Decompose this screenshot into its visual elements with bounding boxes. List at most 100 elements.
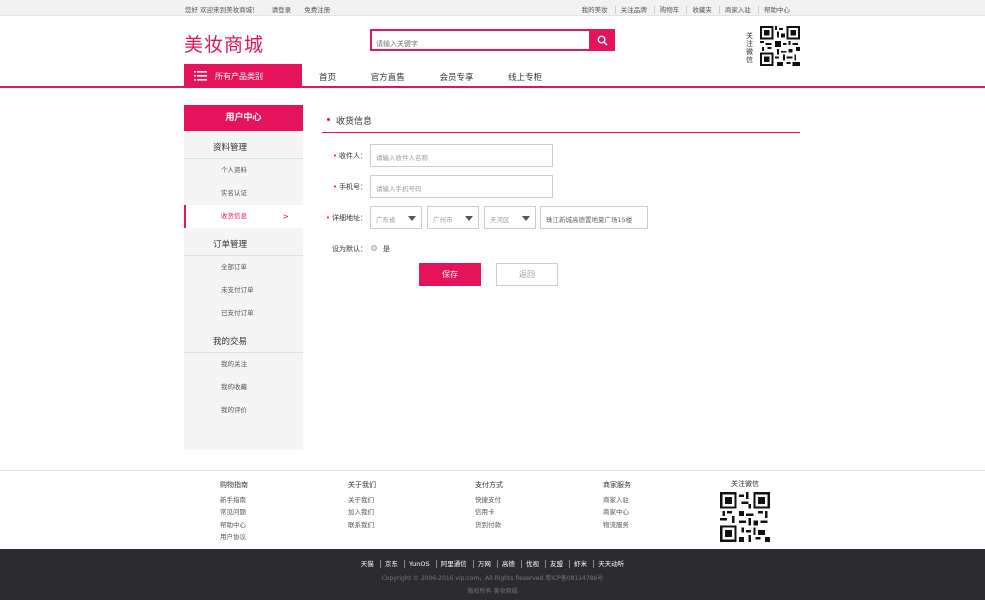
search-input[interactable] <box>372 35 587 53</box>
welcome-text: 您好 欢迎来到美妆商城！ <box>185 6 259 14</box>
search-bar <box>370 29 615 53</box>
footer-link[interactable]: 用户协议 <box>220 531 248 544</box>
city-value: 广州市 <box>433 216 453 224</box>
partner-link[interactable]: 天猫 <box>357 560 378 568</box>
footer-link[interactable]: 货到付款 <box>475 519 503 532</box>
nav-members[interactable]: 会员专享 <box>439 73 473 83</box>
panel-title: 收货信息 <box>322 110 800 133</box>
main-nav: 所有产品类别 首页 官方直售 会员专享 线上专柜 <box>0 64 985 88</box>
footer-link[interactable]: 商家中心 <box>603 506 631 519</box>
register-link[interactable]: 免费注册 <box>304 6 330 14</box>
footer-link[interactable]: 联系我们 <box>348 519 376 532</box>
footer-link[interactable]: 帮助中心 <box>220 519 248 532</box>
district-value: 天河区 <box>490 216 510 224</box>
city-select[interactable]: 广州市 <box>427 206 479 229</box>
nav-online-counter[interactable]: 线上专柜 <box>508 73 542 83</box>
footer-link[interactable]: 常见问题 <box>220 506 248 519</box>
sidebar-item-profile[interactable]: 个人资料 <box>184 159 303 182</box>
sidebar-item-follows[interactable]: 我的关注 <box>184 353 303 376</box>
top-link-brands[interactable]: 关注品牌 <box>614 6 652 14</box>
sidebar-item-verification[interactable]: 实名认证 <box>184 182 303 205</box>
footer-col-merchant: 商家服务 商家入驻 商家中心 物流服务 <box>603 479 631 531</box>
top-link-my-account[interactable]: 我的美妆 <box>577 6 613 14</box>
footer-wechat-qr: 关注微信 <box>720 479 770 544</box>
address-label: • 详细地址： <box>325 214 367 222</box>
partner-link[interactable]: YunOS <box>403 560 434 568</box>
footer-link[interactable]: 信用卡 <box>475 506 503 519</box>
partner-link[interactable]: 万网 <box>472 560 495 568</box>
caret-down-icon <box>408 216 416 221</box>
footer-links: 购物指南 新手指南 常见问题 帮助中心 用户协议 关于我们 关于我们 加入我们 … <box>0 470 985 549</box>
footer-link[interactable]: 商家入驻 <box>603 494 631 507</box>
sidebar-item-favorites[interactable]: 我的收藏 <box>184 376 303 399</box>
shipping-info-panel: 收货信息 <box>322 110 800 133</box>
footer-col-payment: 支付方式 快捷支付 信用卡 货到付款 <box>475 479 503 531</box>
user-center-sidebar: 用户中心 资料管理 个人资料 实名认证 收货信息 > 订单管理 全部订单 未支付… <box>184 105 303 450</box>
back-button[interactable]: 返回 <box>496 263 558 286</box>
partner-link[interactable]: 天天动听 <box>593 560 629 568</box>
footer-link[interactable]: 关于我们 <box>348 494 376 507</box>
default-radio[interactable] <box>371 245 377 251</box>
sidebar-item-all-orders[interactable]: 全部订单 <box>184 256 303 279</box>
sidebar-item-reviews[interactable]: 我的评价 <box>184 399 303 422</box>
partner-link[interactable]: 虾米 <box>569 560 592 568</box>
sidebar-item-unpaid-orders[interactable]: 未支付订单 <box>184 279 303 302</box>
nav-links: 首页 官方直售 会员专享 线上专柜 <box>319 71 574 83</box>
qr-code-icon <box>760 26 800 66</box>
district-select[interactable]: 天河区 <box>484 206 536 229</box>
sidebar-title: 用户中心 <box>184 105 303 131</box>
qr-label: 关注微信 <box>746 32 753 64</box>
partner-link[interactable]: 阿里通信 <box>435 560 471 568</box>
site-logo[interactable]: 美妆商城 <box>184 30 264 57</box>
footer-qr-title: 关注微信 <box>731 480 759 488</box>
nav-official[interactable]: 官方直售 <box>371 73 405 83</box>
header: 美妆商城 关注微信 <box>0 16 985 66</box>
top-bar-left: 您好 欢迎来到美妆商城！ 请登录 免费注册 <box>185 4 341 14</box>
default-label: 设为默认： <box>332 245 367 253</box>
footer-col-title: 商家服务 <box>603 481 631 489</box>
footer-col-shopping-guide: 购物指南 新手指南 常见问题 帮助中心 用户协议 <box>220 479 248 544</box>
partner-link[interactable]: 友盟 <box>545 560 568 568</box>
menu-icon <box>194 71 207 81</box>
caret-down-icon <box>465 216 473 221</box>
receiver-label: • 收件人： <box>332 152 367 160</box>
province-select[interactable]: 广东省 <box>370 206 422 229</box>
nav-home[interactable]: 首页 <box>319 73 336 83</box>
save-button[interactable]: 保存 <box>419 263 481 286</box>
receiver-input[interactable]: 请输入收件人名称 <box>370 144 553 167</box>
partner-link[interactable]: 优视 <box>520 560 543 568</box>
footer-link[interactable]: 新手指南 <box>220 494 248 507</box>
sidebar-group-transactions: 我的交易 <box>184 325 303 353</box>
top-bar: 您好 欢迎来到美妆商城！ 请登录 免费注册 我的美妆 关注品牌 购物车 收藏夹 … <box>0 0 985 16</box>
copyright-text: Copyright © 2006-2016 vip.com，All Rights… <box>381 575 604 582</box>
footer-link[interactable]: 快捷支付 <box>475 494 503 507</box>
search-icon <box>597 35 608 46</box>
sidebar-item-label: 收货信息 <box>221 212 247 220</box>
top-link-merchant[interactable]: 商家入驻 <box>718 6 756 14</box>
caret-down-icon <box>522 216 530 221</box>
login-link[interactable]: 请登录 <box>272 6 292 14</box>
partner-link[interactable]: 京东 <box>379 560 402 568</box>
top-bar-links: 我的美妆 关注品牌 购物车 收藏夹 商家入驻 帮助中心 <box>577 4 795 14</box>
all-categories-label: 所有产品类别 <box>215 71 263 81</box>
footer-col-about: 关于我们 关于我们 加入我们 联系我们 <box>348 479 376 531</box>
search-button[interactable] <box>589 29 615 51</box>
footer-link[interactable]: 加入我们 <box>348 506 376 519</box>
partner-link[interactable]: 高德 <box>496 560 519 568</box>
sidebar-item-shipping-info[interactable]: 收货信息 > <box>184 205 303 228</box>
street-address-input[interactable]: 珠江新城高德置地夏广场15楼 <box>540 206 648 229</box>
sidebar-group-orders: 订单管理 <box>184 228 303 256</box>
footer-bottom: 天猫 京东 YunOS 阿里通信 万网 高德 优视 友盟 虾米 天天动听 Cop… <box>0 549 985 600</box>
footer-col-title: 支付方式 <box>475 481 503 489</box>
sidebar-item-paid-orders[interactable]: 已支付订单 <box>184 302 303 325</box>
phone-label: • 手机号： <box>332 183 367 191</box>
all-categories-button[interactable]: 所有产品类别 <box>184 64 302 88</box>
top-link-favorites[interactable]: 收藏夹 <box>686 6 717 14</box>
footer-link[interactable]: 物流服务 <box>603 519 631 532</box>
phone-input[interactable]: 请输入手机号码 <box>370 175 553 198</box>
province-value: 广东省 <box>376 216 396 224</box>
top-link-cart[interactable]: 购物车 <box>653 6 685 14</box>
default-option-label: 是 <box>383 245 390 253</box>
top-link-help[interactable]: 帮助中心 <box>758 6 795 14</box>
partner-links: 天猫 京东 YunOS 阿里通信 万网 高德 优视 友盟 虾米 天天动听 <box>0 558 985 568</box>
